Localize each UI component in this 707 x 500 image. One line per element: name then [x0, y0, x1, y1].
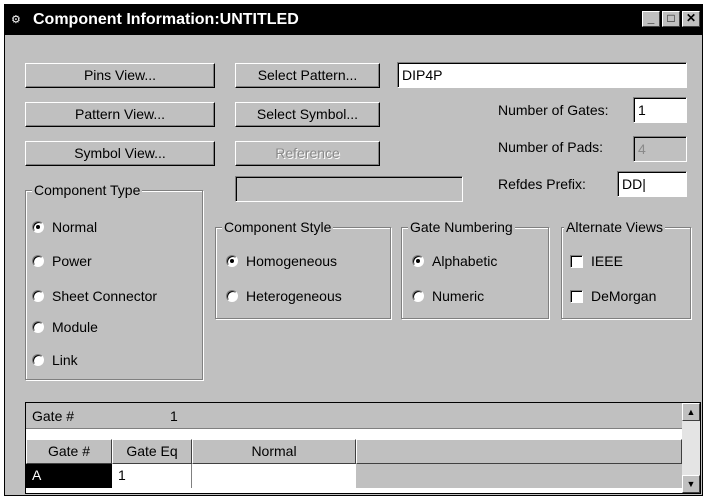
- number-of-pads-field: 4: [633, 136, 687, 162]
- column-header-gate-eq[interactable]: Gate Eq: [112, 439, 192, 464]
- component-type-title: Component Type: [32, 182, 143, 198]
- symbol-view-button[interactable]: Symbol View...: [25, 141, 215, 166]
- radio-icon: [412, 255, 424, 267]
- radio-icon: [226, 255, 238, 267]
- gate-numbering-alphabetic[interactable]: Alphabetic: [412, 253, 497, 269]
- component-information-window: ⚙ Component Information:UNTITLED _ □ ✕ P…: [4, 4, 703, 496]
- gate-numbering-numeric[interactable]: Numeric: [412, 288, 484, 304]
- alternate-views-ieee[interactable]: IEEE: [570, 253, 623, 269]
- vertical-scrollbar[interactable]: ▲ ▼: [682, 403, 700, 493]
- scroll-down-icon[interactable]: ▼: [682, 475, 700, 493]
- component-type-module[interactable]: Module: [32, 319, 98, 335]
- reference-button[interactable]: Reference: [235, 141, 380, 166]
- checkbox-icon: [570, 254, 583, 268]
- scroll-up-icon[interactable]: ▲: [682, 403, 700, 421]
- gate-number-row: Gate # 1: [26, 403, 682, 429]
- alternate-views-group: Alternate Views IEEE DeMorgan: [561, 219, 691, 319]
- gate-number-label: Gate #: [32, 408, 75, 424]
- radio-icon: [32, 221, 44, 233]
- minimize-button[interactable]: _: [642, 11, 660, 27]
- radio-icon: [412, 290, 424, 302]
- radio-icon: [32, 321, 44, 333]
- component-style-heterogeneous[interactable]: Heterogeneous: [226, 288, 342, 304]
- component-style-title: Component Style: [222, 219, 334, 235]
- component-type-group: Component Type Normal Power Sheet Connec…: [25, 182, 203, 380]
- refdes-prefix-label: Refdes Prefix:: [498, 176, 586, 192]
- maximize-button[interactable]: □: [662, 11, 680, 27]
- gate-number-value: 1: [170, 408, 178, 424]
- table-cell-gate-eq[interactable]: 1: [112, 464, 192, 488]
- window-title: Component Information:UNTITLED: [33, 11, 299, 28]
- table-cell-normal[interactable]: [192, 464, 356, 488]
- component-style-homogeneous[interactable]: Homogeneous: [226, 253, 337, 269]
- gate-numbering-group: Gate Numbering Alphabetic Numeric: [401, 219, 549, 319]
- pins-view-button[interactable]: Pins View...: [25, 63, 215, 88]
- number-of-gates-label: Number of Gates:: [498, 102, 609, 118]
- title-bar[interactable]: ⚙ Component Information:UNTITLED _ □ ✕: [5, 5, 702, 35]
- column-header-empty: [356, 439, 682, 464]
- app-icon: ⚙: [11, 14, 21, 26]
- column-header-normal[interactable]: Normal: [192, 439, 356, 464]
- radio-icon: [226, 290, 238, 302]
- radio-icon: [32, 290, 44, 302]
- reference-field[interactable]: [235, 176, 463, 202]
- select-pattern-button[interactable]: Select Pattern...: [235, 63, 380, 88]
- pattern-name-field[interactable]: DIP4P: [397, 62, 687, 88]
- table-cell-gate[interactable]: A: [26, 464, 112, 488]
- close-button[interactable]: ✕: [682, 11, 700, 27]
- alternate-views-demorgan[interactable]: DeMorgan: [570, 288, 656, 304]
- radio-icon: [32, 354, 44, 366]
- alternate-views-title: Alternate Views: [564, 219, 666, 235]
- select-symbol-button[interactable]: Select Symbol...: [235, 102, 380, 127]
- column-header-gate[interactable]: Gate #: [26, 439, 112, 464]
- refdes-prefix-field[interactable]: DD|: [617, 171, 687, 197]
- component-style-group: Component Style Homogeneous Heterogeneou…: [215, 219, 391, 319]
- component-type-link[interactable]: Link: [32, 352, 78, 368]
- number-of-pads-label: Number of Pads:: [498, 139, 604, 155]
- number-of-gates-field[interactable]: 1: [633, 97, 687, 123]
- component-type-power[interactable]: Power: [32, 253, 92, 269]
- gate-table: Gate # 1 Gate # Gate Eq Normal A 1 ▲ ▼: [25, 402, 701, 494]
- radio-icon: [32, 255, 44, 267]
- component-type-sheet-connector[interactable]: Sheet Connector: [32, 288, 157, 304]
- checkbox-icon: [570, 289, 583, 303]
- gate-numbering-title: Gate Numbering: [408, 219, 515, 235]
- table-empty-area: [356, 464, 682, 488]
- component-type-normal[interactable]: Normal: [32, 219, 97, 235]
- pattern-view-button[interactable]: Pattern View...: [25, 102, 215, 127]
